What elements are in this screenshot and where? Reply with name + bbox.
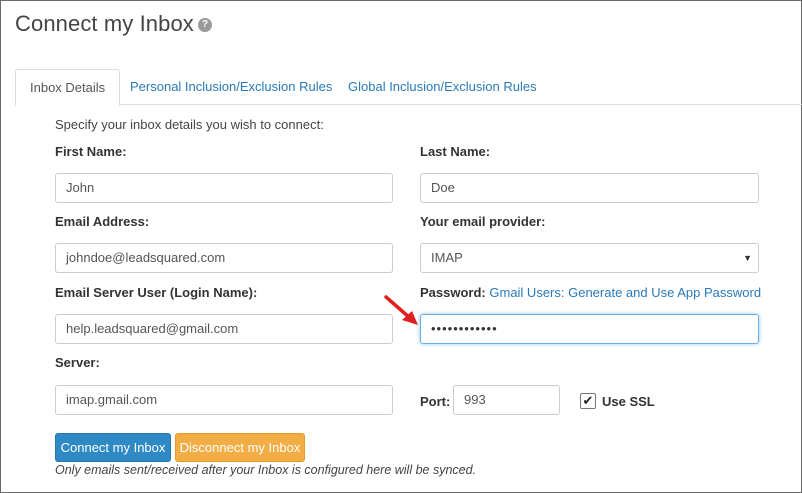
help-icon[interactable]: ?: [198, 18, 212, 32]
last-name-label: Last Name:: [420, 144, 491, 159]
use-ssl-label: Use SSL: [602, 394, 655, 409]
email-address-input[interactable]: johndoe@leadsquared.com: [55, 243, 393, 273]
email-address-label: Email Address:: [55, 214, 150, 229]
port-input[interactable]: 993: [453, 385, 560, 415]
form-intro: Specify your inbox details you wish to c…: [55, 117, 324, 132]
password-label: Password: Gmail Users: Generate and Use …: [420, 285, 761, 300]
disconnect-inbox-button[interactable]: Disconnect my Inbox: [175, 433, 305, 462]
first-name-input[interactable]: John: [55, 173, 393, 203]
page-title: Connect my Inbox: [15, 11, 194, 36]
tab-inbox-details[interactable]: Inbox Details: [15, 69, 121, 106]
server-input[interactable]: imap.gmail.com: [55, 385, 393, 415]
password-input[interactable]: ••••••••••••: [420, 314, 759, 344]
server-user-input[interactable]: help.leadsquared@gmail.com: [55, 314, 393, 344]
tab-global-rules[interactable]: Global Inclusion/Exclusion Rules: [334, 69, 551, 105]
annotation-arrow-icon: [384, 295, 418, 325]
email-provider-value: IMAP: [431, 250, 463, 265]
caret-down-icon: ▼: [743, 253, 752, 263]
server-user-label: Email Server User (Login Name):: [55, 285, 258, 300]
connect-inbox-button[interactable]: Connect my Inbox: [55, 433, 171, 462]
tab-bar: Inbox Details Personal Inclusion/Exclusi…: [15, 69, 802, 106]
email-provider-label: Your email provider:: [420, 214, 546, 229]
password-label-text: Password:: [420, 285, 486, 300]
use-ssl-checkbox[interactable]: ✔: [580, 393, 596, 409]
first-name-label: First Name:: [55, 144, 127, 159]
sync-footnote: Only emails sent/received after your Inb…: [55, 463, 477, 477]
port-label: Port:: [420, 394, 451, 409]
email-provider-select[interactable]: IMAP ▼: [420, 243, 759, 273]
tab-personal-rules[interactable]: Personal Inclusion/Exclusion Rules: [116, 69, 346, 105]
app-password-link[interactable]: Gmail Users: Generate and Use App Passwo…: [489, 285, 761, 300]
last-name-input[interactable]: Doe: [420, 173, 759, 203]
server-label: Server:: [55, 355, 100, 370]
